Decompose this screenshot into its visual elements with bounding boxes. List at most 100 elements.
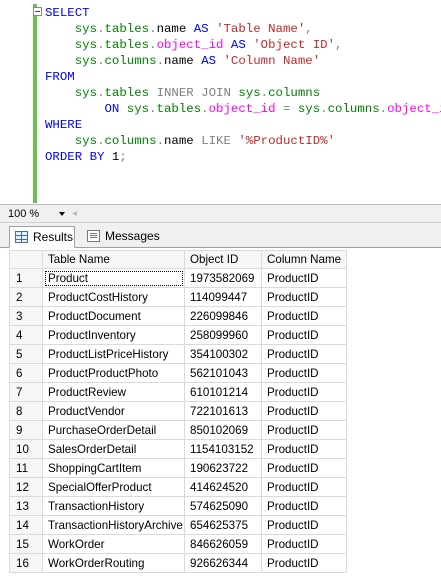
column-header-object-id[interactable]: Object ID [184, 250, 262, 269]
table-row[interactable]: 13 TransactionHistory 574625090 ProductID [9, 496, 347, 516]
cell-column-name[interactable]: ProductID [261, 287, 347, 307]
cell-column-name[interactable]: ProductID [261, 496, 347, 516]
table-row[interactable]: 15 WorkOrder 846626059 ProductID [9, 534, 347, 554]
row-number[interactable]: 10 [9, 439, 43, 459]
table-row[interactable]: 5 ProductListPriceHistory 354100302 Product… [9, 344, 347, 364]
tab-messages[interactable]: Messages [82, 226, 160, 248]
table-row[interactable]: 2 ProductCostHistory 114099447 ProductID [9, 287, 347, 307]
cell-object-id[interactable]: 354100302 [184, 344, 262, 364]
row-number[interactable]: 11 [9, 458, 43, 478]
table-row[interactable]: 7 ProductReview 610101214 ProductID [9, 382, 347, 402]
cell-column-name[interactable]: ProductID [261, 344, 347, 364]
row-number[interactable]: 15 [9, 534, 43, 554]
cell-object-id[interactable]: 654625375 [184, 515, 262, 535]
cell-object-id[interactable]: 258099960 [184, 325, 262, 345]
cell-column-name[interactable]: ProductID [261, 268, 347, 288]
table-row[interactable]: 4 ProductInventory 258099960 ProductID [9, 325, 347, 345]
row-number[interactable]: 1 [9, 268, 43, 288]
sql-code[interactable]: SELECT sys.tables.name AS 'Table Name', … [45, 5, 441, 165]
cell-object-id[interactable]: 850102069 [184, 420, 262, 440]
cell-column-name[interactable]: ProductID [261, 553, 347, 573]
table-row[interactable]: 11 ShoppingCartItem 190623722 ProductID [9, 458, 347, 478]
cell-object-id[interactable]: 114099447 [184, 287, 262, 307]
cell-table-name[interactable]: ProductReview [42, 382, 185, 402]
row-number[interactable]: 14 [9, 515, 43, 535]
cell-column-name[interactable]: ProductID [261, 439, 347, 459]
table-row[interactable]: 14 TransactionHistoryArchive 654625375 Prod… [9, 515, 347, 535]
cell-object-id[interactable]: 226099846 [184, 306, 262, 326]
cell-column-name[interactable]: ProductID [261, 363, 347, 383]
collapse-icon[interactable] [33, 7, 42, 16]
row-number[interactable]: 6 [9, 363, 43, 383]
row-number[interactable]: 8 [9, 401, 43, 421]
cell-object-id[interactable]: 1154103152 [184, 439, 262, 459]
cell-table-name[interactable]: ProductDocument [42, 306, 185, 326]
cell-table-name[interactable]: TransactionHistoryArchive [42, 515, 185, 535]
row-number[interactable]: 13 [9, 496, 43, 516]
cell-table-name[interactable]: Product [42, 268, 185, 288]
table-row[interactable]: 1 Product 1973582069 ProductID [9, 268, 347, 288]
query-editor[interactable]: SELECT sys.tables.name AS 'Table Name', … [0, 0, 441, 203]
code-token: ON [45, 102, 127, 116]
tab-results[interactable]: Results [9, 226, 75, 248]
cell-table-name[interactable]: ShoppingCartItem [42, 458, 185, 478]
editor-gutter [0, 0, 32, 203]
table-row[interactable]: 3 ProductDocument 226099846 ProductID [9, 306, 347, 326]
cell-object-id[interactable]: 190623722 [184, 458, 262, 478]
table-row[interactable]: 6 ProductProductPhoto 562101043 ProductID [9, 363, 347, 383]
cell-table-name[interactable]: ProductInventory [42, 325, 185, 345]
column-header-column-name[interactable]: Column Name [261, 250, 347, 269]
cell-object-id[interactable]: 1973582069 [184, 268, 262, 288]
cell-table-name[interactable]: WorkOrderRouting [42, 553, 185, 573]
row-number-header[interactable] [9, 250, 43, 269]
cell-column-name[interactable]: ProductID [261, 306, 347, 326]
cell-object-id[interactable]: 722101613 [184, 401, 262, 421]
cell-table-name[interactable]: PurchaseOrderDetail [42, 420, 185, 440]
cell-table-name[interactable]: TransactionHistory [42, 496, 185, 516]
row-number[interactable]: 3 [9, 306, 43, 326]
cell-column-name[interactable]: ProductID [261, 325, 347, 345]
cell-object-id[interactable]: 414624520 [184, 477, 262, 497]
cell-table-name[interactable]: ProductListPriceHistory [42, 344, 185, 364]
row-number[interactable]: 5 [9, 344, 43, 364]
cell-column-name[interactable]: ProductID [261, 420, 347, 440]
cell-table-name[interactable]: SalesOrderDetail [42, 439, 185, 459]
column-header-table-name[interactable]: Table Name [42, 250, 185, 269]
cell-object-id[interactable]: 846626059 [184, 534, 262, 554]
results-grid[interactable]: Table Name Object ID Column Name 1 Produc… [9, 250, 347, 573]
row-number[interactable]: 9 [9, 420, 43, 440]
cell-object-id[interactable]: 562101043 [184, 363, 262, 383]
scroll-left-icon[interactable]: ◂ [72, 208, 80, 220]
table-row[interactable]: 12 SpecialOfferProduct 414624520 ProductID [9, 477, 347, 497]
cell-table-name[interactable]: ProductProductPhoto [42, 363, 185, 383]
cell-column-name[interactable]: ProductID [261, 382, 347, 402]
row-number[interactable]: 4 [9, 325, 43, 345]
table-row[interactable]: 9 PurchaseOrderDetail 850102069 ProductID [9, 420, 347, 440]
cell-object-id[interactable]: 926626344 [184, 553, 262, 573]
cell-table-name[interactable]: SpecialOfferProduct [42, 477, 185, 497]
cell-object-id[interactable]: 574625090 [184, 496, 262, 516]
table-row[interactable]: 10 SalesOrderDetail 1154103152 ProductID [9, 439, 347, 459]
table-row[interactable]: 8 ProductVendor 722101613 ProductID [9, 401, 347, 421]
cell-column-name[interactable]: ProductID [261, 534, 347, 554]
code-token: . [201, 102, 209, 116]
cell-column-name[interactable]: ProductID [261, 477, 347, 497]
code-token: . [156, 54, 164, 68]
table-row[interactable]: 16 WorkOrderRouting 926626344 ProductID [9, 553, 347, 573]
row-number[interactable]: 12 [9, 477, 43, 497]
cell-table-name[interactable]: ProductCostHistory [42, 287, 185, 307]
cell-column-name[interactable]: ProductID [261, 458, 347, 478]
cell-column-name[interactable]: ProductID [261, 515, 347, 535]
row-number[interactable]: 2 [9, 287, 43, 307]
code-token: FROM [45, 70, 75, 84]
row-number[interactable]: 16 [9, 553, 43, 573]
zoom-dropdown[interactable]: 100 % [4, 207, 67, 221]
code-token: 'Column Name' [223, 54, 321, 68]
cell-table-name[interactable]: ProductVendor [42, 401, 185, 421]
cell-object-id[interactable]: 610101214 [184, 382, 262, 402]
chevron-down-icon [59, 212, 65, 216]
code-token: tables [104, 22, 150, 36]
cell-table-name[interactable]: WorkOrder [42, 534, 185, 554]
cell-column-name[interactable]: ProductID [261, 401, 347, 421]
row-number[interactable]: 7 [9, 382, 43, 402]
